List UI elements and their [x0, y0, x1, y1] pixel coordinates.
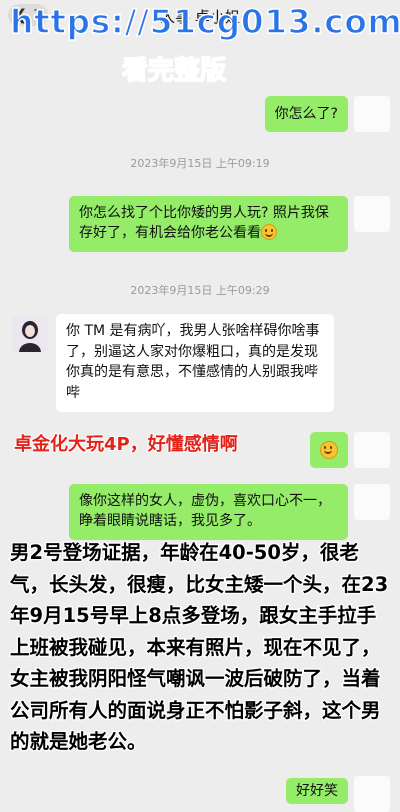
message-text: 你 TM 是有病吖，我男人张啥样碍你啥事了，别逼这人家对你爆粗口，真的是发现你真…: [66, 323, 320, 401]
contact-avatar[interactable]: [12, 316, 48, 352]
sent-message-bubble[interactable]: 你怎么了?: [264, 96, 348, 132]
my-avatar[interactable]: [354, 96, 390, 132]
sent-message-bubble[interactable]: 像你这样的女人，虚伪，喜欢口心不一，睁着眼睛说瞎话，我见多了。: [69, 484, 348, 540]
person-silhouette-icon: [12, 316, 48, 352]
my-avatar[interactable]: [354, 196, 390, 232]
watermark-url: https://51cg013.com: [9, 1, 400, 42]
watermark-subtitle: 看完整版: [121, 55, 227, 87]
message-text: 像你这样的女人，虚伪，喜欢口心不一，睁着眼睛说瞎话，我见多了。: [79, 493, 331, 529]
received-message-bubble[interactable]: 你 TM 是有病吖，我男人张啥样碍你啥事了，别逼这人家对你爆粗口，真的是发现你真…: [56, 314, 334, 412]
message-timestamp: 2023年9月15日 上午09:29: [130, 284, 270, 297]
annotation-overlay-text: 男2号登场证据，年龄在40-50岁，很老气，长头发，很瘦，比女主矮一个头，在23…: [9, 540, 390, 754]
my-avatar[interactable]: [354, 432, 390, 468]
sent-message-bubble[interactable]: 你怎么找了个比你矮的男人玩? 照片我保存好了，有机会给你老公看看: [69, 196, 348, 252]
my-avatar[interactable]: [354, 484, 390, 520]
message-text: 你怎么找了个比你矮的男人玩? 照片我保存好了，有机会给你老公看看: [79, 205, 329, 241]
smile-emoji-icon: [261, 224, 277, 240]
sent-emoji-bubble[interactable]: [310, 432, 348, 468]
my-avatar[interactable]: [354, 776, 390, 812]
red-caption-overlay: 卓金化大玩4P，好懂感情啊: [13, 433, 239, 456]
message-text: 好好笑: [296, 783, 338, 799]
message-text: 你怎么了?: [274, 106, 338, 122]
message-timestamp: 2023年9月15日 上午09:19: [130, 157, 270, 170]
smile-emoji-icon: [320, 441, 338, 459]
sent-message-bubble[interactable]: 好好笑: [286, 778, 348, 804]
